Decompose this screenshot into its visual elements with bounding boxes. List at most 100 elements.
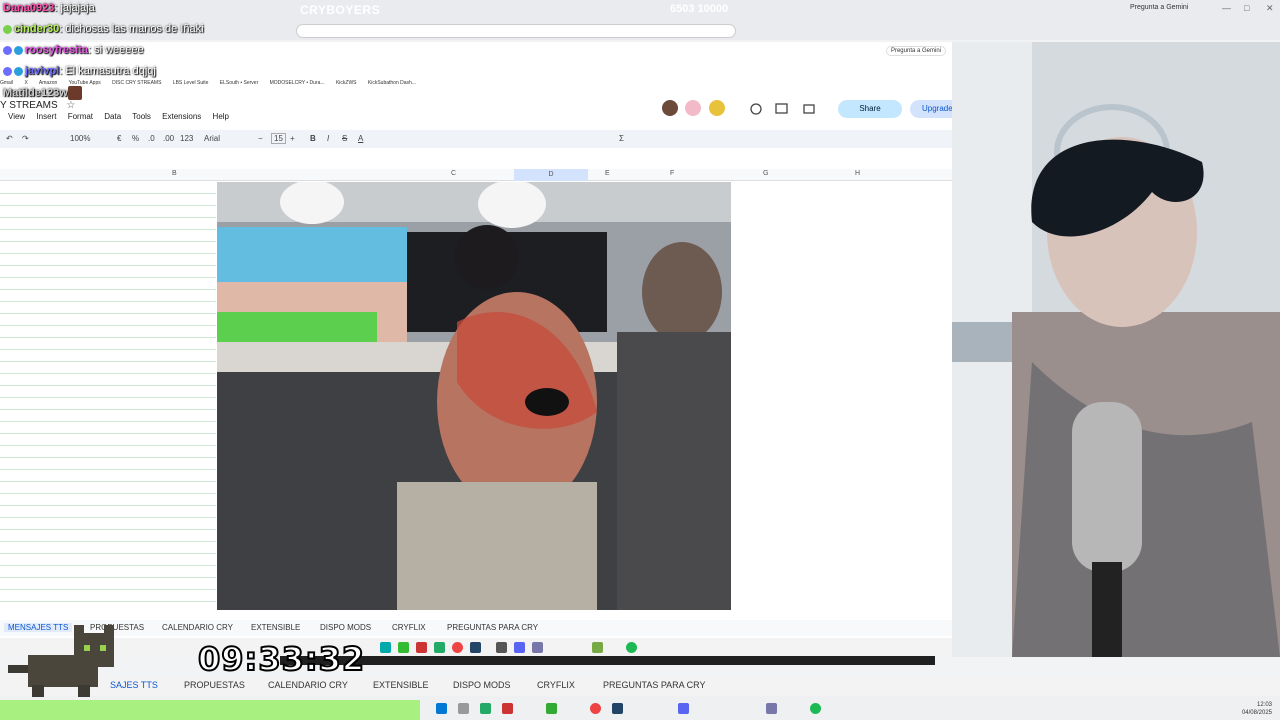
tab-calendario-cry[interactable]: CALENDARIO CRY: [162, 623, 233, 632]
tab-cryflix[interactable]: CRYFLIX: [537, 680, 575, 690]
gemini-inner-button[interactable]: Pregunta a Gemini: [885, 46, 946, 56]
decrease-decimal-button[interactable]: .0: [148, 134, 155, 143]
column-c[interactable]: C: [451, 170, 456, 177]
gloved-hand: [525, 388, 569, 416]
discord-icon[interactable]: [514, 642, 525, 653]
upgrade-button[interactable]: Upgrade: [910, 100, 955, 118]
sheet-grid-rows[interactable]: [0, 182, 216, 607]
artist-body: [617, 332, 731, 610]
tab-propuestas[interactable]: PROPUESTAS: [184, 680, 245, 690]
doc-title-text[interactable]: Y STREAMS: [0, 100, 58, 111]
redo-icon[interactable]: ↷: [22, 134, 29, 143]
tab-cryflix[interactable]: CRYFLIX: [392, 623, 426, 632]
tab-dispo-mods[interactable]: DISPO MODS: [320, 623, 371, 632]
chat-badge-icon: [3, 24, 12, 34]
zoom-select[interactable]: 100%: [70, 134, 90, 143]
bookmark-item[interactable]: KickZWS: [336, 80, 357, 86]
tab-extensible[interactable]: EXTENSIBLE: [373, 680, 429, 690]
tab-calendario-cry[interactable]: CALENDARIO CRY: [268, 680, 348, 690]
xbox-icon[interactable]: [546, 703, 557, 714]
sheet-grid-right[interactable]: [731, 182, 952, 607]
spotify-icon[interactable]: [810, 703, 821, 714]
bookmark-item[interactable]: LBS Level Suite: [173, 80, 209, 86]
address-bar[interactable]: [296, 24, 736, 38]
percent-button[interactable]: %: [132, 134, 139, 143]
avatar[interactable]: [685, 100, 702, 116]
bottom-sheet-tabs: SAJES TTS PROPUESTAS CALENDARIO CRY EXTE…: [0, 676, 1280, 694]
share-button[interactable]: Share: [838, 100, 902, 118]
bookmark-item[interactable]: DISC CRY STREAMS: [112, 80, 161, 86]
tattoo-photo: [217, 182, 731, 610]
increase-decimal-button[interactable]: .00: [163, 134, 174, 143]
app-icon[interactable]: [592, 642, 603, 653]
windows-start-icon[interactable]: [436, 703, 447, 714]
column-f[interactable]: F: [670, 170, 674, 177]
embedded-photo[interactable]: [217, 182, 731, 610]
spreadsheet-window: Pregunta a Gemini Gmail X Amazon YouTube…: [0, 42, 955, 657]
column-h[interactable]: H: [855, 170, 860, 177]
streamer-webcam: [952, 42, 1280, 657]
app-icon[interactable]: [416, 642, 427, 653]
menu-help[interactable]: Help: [213, 112, 229, 121]
column-g[interactable]: G: [763, 170, 768, 177]
menu-insert[interactable]: Insert: [36, 112, 56, 121]
strikethrough-button[interactable]: S: [342, 134, 347, 143]
tab-dispo-mods[interactable]: DISPO MODS: [453, 680, 511, 690]
bookmark-item[interactable]: ELSouth • Server: [220, 80, 258, 86]
bookmark-item[interactable]: KickSubathon Dash...: [368, 80, 416, 86]
spotify-icon[interactable]: [626, 642, 637, 653]
bold-button[interactable]: B: [310, 134, 316, 143]
app-icon[interactable]: [380, 642, 391, 653]
chrome-icon[interactable]: [590, 703, 601, 714]
chat-badge-icon: [3, 66, 12, 76]
doc-title[interactable]: Y STREAMS ☆: [0, 100, 75, 111]
app-icon[interactable]: [502, 703, 513, 714]
app-icon[interactable]: [434, 642, 445, 653]
menu-view[interactable]: View: [8, 112, 25, 121]
minimize-icon[interactable]: —: [1222, 3, 1231, 13]
font-size-decrease-icon[interactable]: −: [258, 134, 263, 143]
column-b[interactable]: B: [172, 170, 177, 177]
gemini-button[interactable]: Pregunta a Gemini: [1130, 4, 1188, 11]
tab-extensible[interactable]: EXTENSIBLE: [251, 623, 300, 632]
currency-button[interactable]: €: [117, 134, 121, 143]
functions-button[interactable]: Σ: [619, 134, 624, 143]
undo-icon[interactable]: ↶: [6, 134, 13, 143]
number-format-button[interactable]: 123: [180, 134, 193, 143]
chat-text: : dichosas las manos de Iñaki: [59, 23, 204, 35]
chat-username: Matilde123w: [3, 86, 68, 99]
text-color-button[interactable]: A: [358, 134, 363, 143]
menu-format[interactable]: Format: [68, 112, 93, 121]
app-icon[interactable]: [458, 703, 469, 714]
close-icon[interactable]: ✕: [1266, 3, 1274, 14]
app-icon[interactable]: [532, 642, 543, 653]
avatar[interactable]: [708, 100, 725, 116]
steam-icon[interactable]: [612, 703, 623, 714]
italic-button[interactable]: I: [327, 134, 329, 143]
tab-preguntas-para-cry[interactable]: PREGUNTAS PARA CRY: [447, 623, 538, 632]
app-icon[interactable]: [766, 703, 777, 714]
maximize-icon[interactable]: □: [1244, 3, 1249, 13]
app-icon[interactable]: [398, 642, 409, 653]
avatar[interactable]: [662, 100, 678, 116]
font-size-input[interactable]: 15: [271, 133, 286, 144]
steam-icon[interactable]: [470, 642, 481, 653]
ring-light: [280, 182, 344, 224]
column-e[interactable]: E: [605, 170, 610, 177]
column-d[interactable]: D: [514, 169, 588, 181]
menu-tools[interactable]: Tools: [132, 112, 151, 121]
discord-icon[interactable]: [678, 703, 689, 714]
github-icon[interactable]: [496, 642, 507, 653]
column-header: B C D E F G H: [0, 169, 952, 181]
tab-preguntas-para-cry[interactable]: PREGUNTAS PARA CRY: [603, 680, 706, 690]
menu-data[interactable]: Data: [104, 112, 121, 121]
bookmark-item[interactable]: MODOSELCRY • Dura...: [270, 80, 325, 86]
font-size-increase-icon[interactable]: +: [290, 134, 295, 143]
star-icon[interactable]: ☆: [66, 100, 75, 111]
app-icon[interactable]: [480, 703, 491, 714]
webcam-feed: [952, 42, 1280, 657]
font-select[interactable]: Arial: [204, 134, 220, 143]
menu-extensions[interactable]: Extensions: [162, 112, 201, 121]
chrome-icon[interactable]: [452, 642, 463, 653]
chat-badge-icon: [14, 66, 23, 76]
